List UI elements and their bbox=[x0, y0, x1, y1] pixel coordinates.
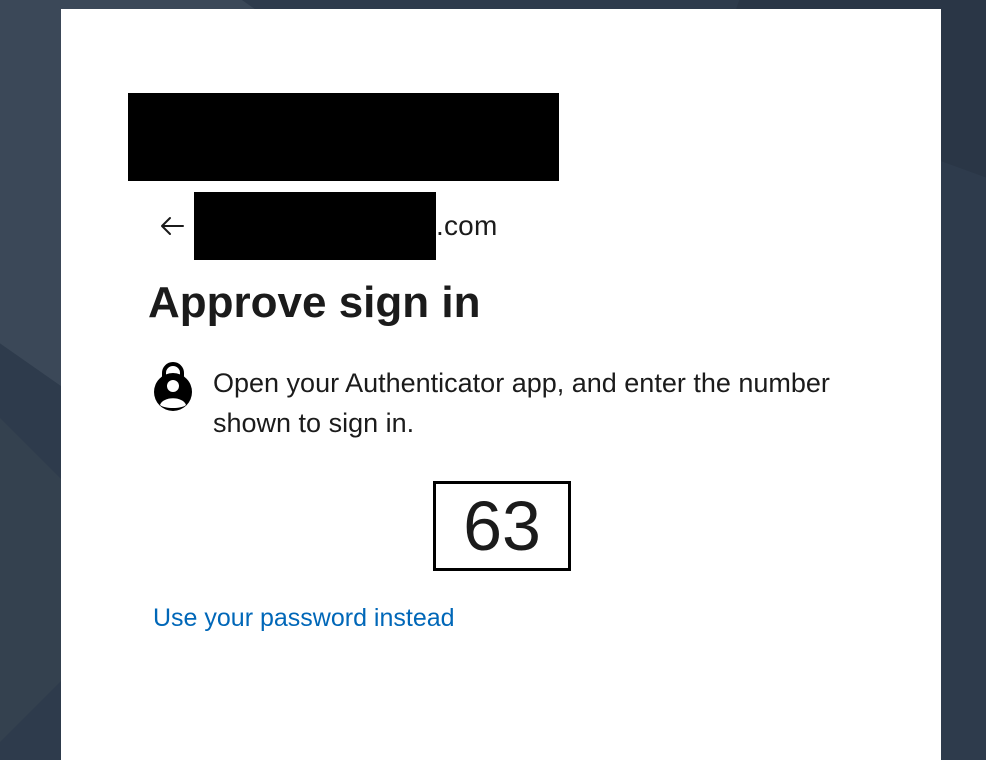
authenticator-lock-icon bbox=[154, 362, 192, 411]
sign-in-card: .com Approve sign in Open your Authentic… bbox=[61, 9, 941, 769]
redacted-email bbox=[194, 192, 436, 260]
arrow-left-icon bbox=[161, 217, 184, 235]
email-suffix: .com bbox=[436, 210, 498, 241]
page-title: Approve sign in bbox=[148, 278, 481, 327]
number-match-display: 63 bbox=[433, 481, 571, 571]
back-button[interactable] bbox=[157, 211, 187, 241]
instruction-text: Open your Authenticator app, and enter t… bbox=[213, 368, 830, 438]
use-password-link[interactable]: Use your password instead bbox=[153, 604, 455, 633]
instruction-row: Open your Authenticator app, and enter t… bbox=[151, 361, 851, 443]
redacted-logo bbox=[128, 93, 559, 181]
identity-row: .com bbox=[157, 192, 497, 260]
